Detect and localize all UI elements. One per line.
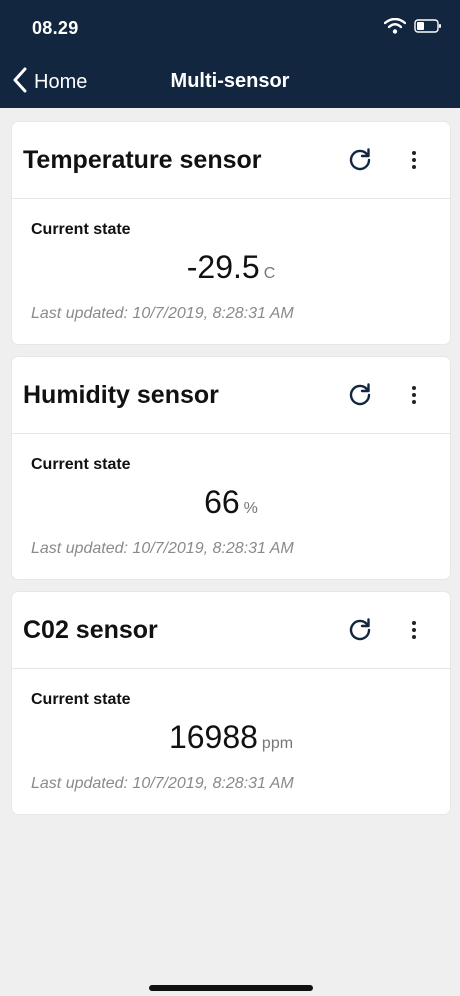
more-options-button[interactable] xyxy=(404,146,424,174)
card-title: C02 sensor xyxy=(23,616,158,644)
state-number: 66 xyxy=(204,484,240,520)
state-value: -29.5 C xyxy=(12,249,450,286)
state-number: 16988 xyxy=(168,719,258,755)
last-updated: Last updated: 10/7/2019, 8:28:31 AM xyxy=(31,540,294,557)
more-options-button[interactable] xyxy=(404,616,424,644)
state-label: Current state xyxy=(31,221,131,238)
sensor-card-humidity: Humidity sensor Current state 66% Last u… xyxy=(12,357,450,579)
sensor-list: Temperature sensor Current state -29.5C xyxy=(12,122,450,827)
page-title: Multi-sensor xyxy=(170,70,290,92)
card-body: Current state 16988 ppm Last updated: 10/… xyxy=(12,669,450,814)
state-number: -29.5 xyxy=(186,249,260,285)
status-time: 08.29 xyxy=(32,18,79,38)
battery-icon xyxy=(414,19,442,33)
refresh-icon xyxy=(346,618,374,648)
last-updated: Last updated: 10/7/2019, 8:28:31 AM xyxy=(31,775,294,792)
more-options-button[interactable] xyxy=(404,381,424,409)
card-title: Temperature sensor xyxy=(23,146,262,174)
top-bar: 08.29 Home Multi-sensor xyxy=(0,0,460,108)
wifi-icon xyxy=(384,18,406,34)
refresh-button[interactable] xyxy=(346,616,374,644)
card-body: Current state 66% Last updated: 10/7/201… xyxy=(12,434,450,579)
card-header: Temperature sensor xyxy=(12,122,450,199)
more-vertical-icon xyxy=(412,621,416,625)
sensor-card-temperature: Temperature sensor Current state -29.5C xyxy=(12,122,450,344)
state-value: 16988 ppm xyxy=(12,719,450,756)
more-vertical-icon xyxy=(412,386,416,390)
card-header: Humidity sensor xyxy=(12,357,450,434)
home-indicator[interactable] xyxy=(149,985,313,991)
refresh-button[interactable] xyxy=(346,146,374,174)
state-label: Current state xyxy=(31,691,131,708)
state-unit: ppm xyxy=(261,735,294,752)
sensor-card-co2: C02 sensor Current state 16988 ppm Last … xyxy=(12,592,450,814)
refresh-icon xyxy=(346,148,374,178)
last-updated: Last updated: 10/7/2019, 8:28:31 AM xyxy=(31,305,294,322)
more-vertical-icon xyxy=(412,151,416,155)
state-value: 66% xyxy=(12,484,450,521)
state-unit: C xyxy=(263,265,276,282)
status-icons xyxy=(384,18,442,34)
card-header: C02 sensor xyxy=(12,592,450,669)
refresh-icon xyxy=(346,383,374,413)
card-title: Humidity sensor xyxy=(23,381,219,409)
state-unit: % xyxy=(243,500,258,517)
refresh-button[interactable] xyxy=(346,381,374,409)
card-body: Current state -29.5 C Last updated: 10/7/… xyxy=(12,199,450,344)
state-label: Current state xyxy=(31,456,131,473)
